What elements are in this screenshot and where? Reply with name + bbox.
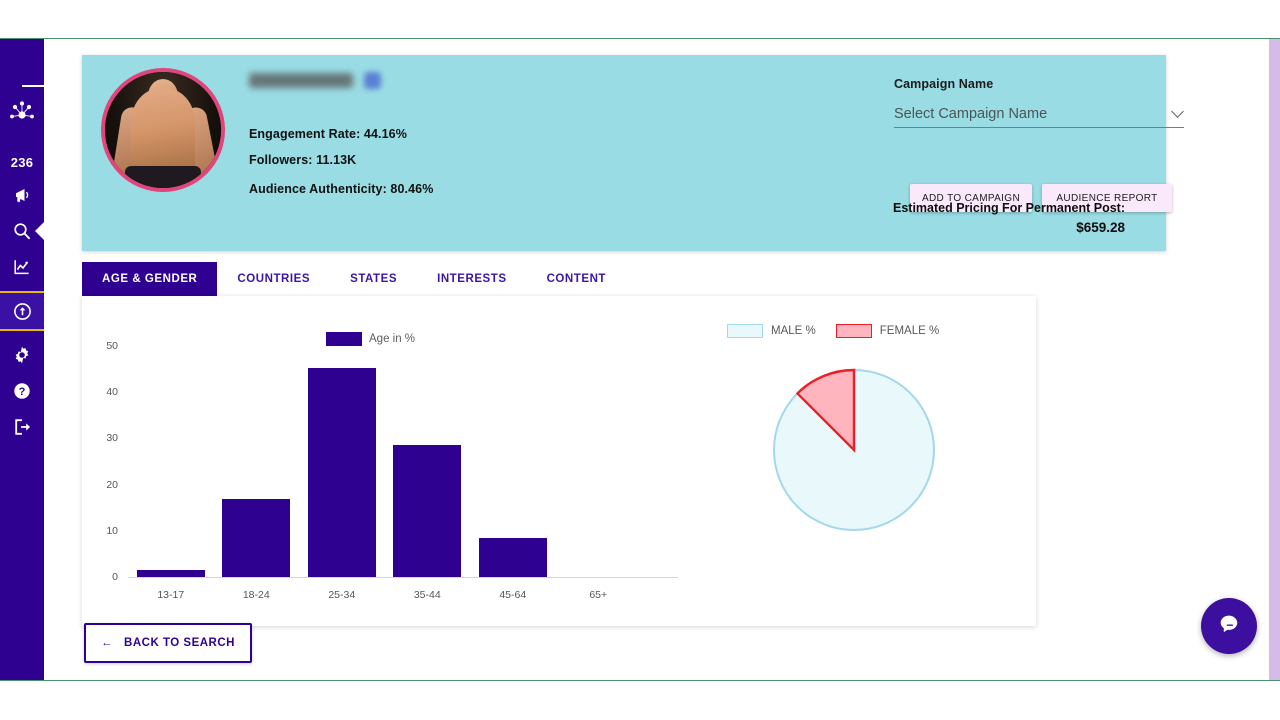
profile-meta: Engagement Rate: 44.16% Followers: 11.13…: [249, 72, 433, 196]
x-axis-tick: 13-17: [157, 589, 185, 601]
bar-13-17[interactable]: [136, 570, 205, 577]
audience-authenticity-stat: Audience Authenticity: 80.46%: [249, 182, 434, 196]
estimated-pricing-value: $659.28: [1076, 220, 1125, 235]
credit-count-label: 236: [10, 154, 34, 170]
bar-chart-legend[interactable]: Age in %: [326, 332, 415, 346]
username-row: [249, 72, 433, 90]
campaign-name-label: Campaign Name: [894, 77, 994, 91]
arrow-left-icon: ←: [101, 637, 114, 649]
gear-icon: [13, 346, 31, 364]
sidebar-item-help[interactable]: ?: [0, 373, 44, 409]
sidebar: 236 ?: [0, 39, 44, 680]
charts-card: Age in % 0 10 20 30 40 50 13-17 18-24 25-34 35-4…: [82, 296, 1036, 626]
tab-states[interactable]: STATES: [330, 262, 417, 296]
legend-swatch-male: [727, 324, 763, 338]
sidebar-active-pointer: [35, 222, 44, 240]
upload-circle-icon: [13, 302, 32, 321]
page-scrollbar[interactable]: [1269, 39, 1280, 680]
tab-age-and-gender[interactable]: AGE & GENDER: [82, 262, 218, 296]
followers-stat: Followers: 11.13K: [249, 153, 357, 167]
sidebar-item-search[interactable]: [0, 213, 44, 249]
sidebar-item-logout[interactable]: [0, 409, 44, 445]
verified-badge-blurred: [364, 72, 381, 90]
sidebar-item-analytics[interactable]: [0, 249, 44, 285]
avatar: [101, 68, 225, 192]
sidebar-item-menu-toggle[interactable]: [0, 49, 44, 89]
chart-line-icon: [13, 258, 31, 276]
bar-chart-baseline: [128, 577, 678, 578]
estimated-pricing-label: Estimated Pricing For Permanent Post:: [893, 201, 1125, 215]
svg-text:?: ?: [19, 386, 26, 398]
gender-pie-chart: MALE % FEMALE %: [682, 296, 1036, 626]
bar-18-24[interactable]: [222, 499, 291, 577]
y-axis-tick: 10: [106, 524, 118, 537]
campaign-block: Campaign Name Select Campaign Name: [894, 77, 1184, 128]
x-axis-tick: 18-24: [242, 589, 270, 601]
campaign-select-value: Select Campaign Name: [894, 106, 1048, 122]
y-axis-tick: 30: [106, 432, 118, 445]
y-axis-tick: 0: [112, 571, 118, 583]
legend-swatch-female: [835, 324, 872, 338]
x-axis-tick: 45-64: [499, 589, 527, 601]
legend-label-age: Age in %: [369, 333, 416, 345]
megaphone-icon: [13, 186, 32, 205]
back-to-search-label: BACK TO SEARCH: [124, 637, 235, 649]
y-axis-tick: 40: [106, 386, 118, 399]
sidebar-item-settings[interactable]: [0, 337, 44, 373]
legend-label-male: MALE %: [771, 325, 816, 337]
main-content: Engagement Rate: 44.16% Followers: 11.13…: [44, 39, 1280, 680]
sidebar-item-upload[interactable]: [0, 293, 44, 329]
bar-35-44[interactable]: [393, 445, 462, 577]
y-axis-tick: 20: [106, 478, 118, 491]
tab-bar: AGE & GENDER COUNTRIES STATES INTERESTS …: [82, 262, 626, 296]
question-circle-icon: ?: [13, 382, 31, 400]
x-axis-tick: 25-34: [328, 589, 356, 601]
engagement-rate-stat: Engagement Rate: 44.16%: [249, 127, 407, 141]
y-axis-tick: 50: [106, 340, 118, 352]
tab-interests[interactable]: INTERESTS: [417, 262, 527, 296]
chat-bubble-icon: [1216, 611, 1242, 642]
legend-label-female: FEMALE %: [879, 325, 940, 337]
browser-viewport: 236 ? Engagement Rate: 44.16% Followers:…: [0, 38, 1280, 681]
bar-45-64[interactable]: [478, 538, 547, 577]
x-axis-tick: 65+: [589, 589, 608, 601]
sidebar-item-campaigns[interactable]: [0, 177, 44, 213]
x-axis-tick: 35-44: [413, 589, 441, 601]
profile-card: Engagement Rate: 44.16% Followers: 11.13…: [82, 55, 1184, 251]
legend-swatch-age: [326, 332, 362, 346]
sidebar-item-brand-logo[interactable]: [0, 89, 44, 135]
pie-chart-legend[interactable]: MALE % FEMALE %: [727, 324, 939, 338]
campaign-name-select[interactable]: Select Campaign Name: [894, 103, 1184, 128]
tab-countries[interactable]: COUNTRIES: [217, 262, 330, 296]
logout-icon: [13, 418, 32, 436]
search-icon: [13, 222, 31, 240]
sidebar-item-credit-count[interactable]: 236: [0, 147, 44, 177]
chat-widget-button[interactable]: [1201, 598, 1257, 654]
age-bar-chart: Age in % 0 10 20 30 40 50 13-17 18-24 25-34 35-4…: [82, 296, 682, 626]
tab-content[interactable]: CONTENT: [527, 262, 626, 296]
username-blurred: [249, 73, 353, 89]
pie-svg: [773, 368, 935, 531]
scrollbar-thumb[interactable]: [1269, 39, 1280, 680]
network-nodes-icon: [7, 100, 37, 124]
back-to-search-button[interactable]: ← BACK TO SEARCH: [84, 623, 252, 663]
bar-25-34[interactable]: [307, 368, 376, 577]
bar-chart-plot-area: [128, 346, 641, 577]
